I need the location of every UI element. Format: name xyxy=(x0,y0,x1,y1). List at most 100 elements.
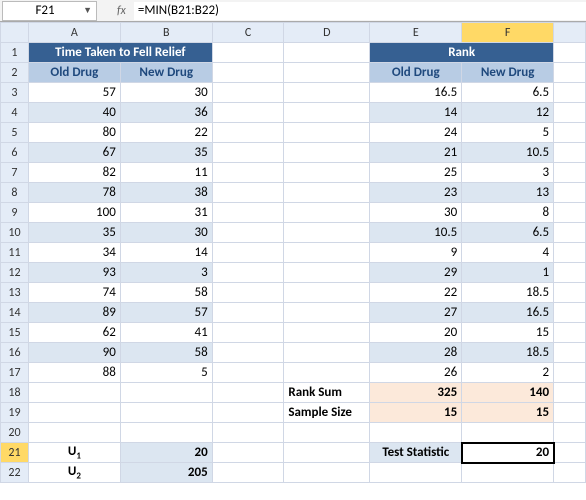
cell[interactable] xyxy=(212,43,284,63)
row-header-13[interactable]: 13 xyxy=(1,283,29,303)
cell[interactable]: 57 xyxy=(120,303,212,323)
rank-sum-f[interactable]: 140 xyxy=(462,383,554,403)
col-header-G[interactable] xyxy=(554,23,586,43)
cell[interactable] xyxy=(284,183,370,203)
cell[interactable]: 6.5 xyxy=(462,223,554,243)
u1-label[interactable]: U1 xyxy=(28,443,120,463)
cell[interactable]: 6.5 xyxy=(462,83,554,103)
cell[interactable] xyxy=(554,163,586,183)
formula-input[interactable]: =MIN(B21:B22) xyxy=(134,2,586,20)
cell[interactable]: 3 xyxy=(462,163,554,183)
col-header-E[interactable]: E xyxy=(370,23,462,43)
row-header-8[interactable]: 8 xyxy=(1,183,29,203)
cell[interactable]: 58 xyxy=(120,343,212,363)
cell[interactable] xyxy=(212,423,284,443)
cell[interactable]: 40 xyxy=(28,103,120,123)
new-drug-hdr[interactable]: New Drug xyxy=(120,63,212,83)
cell[interactable]: 22 xyxy=(120,123,212,143)
cell[interactable] xyxy=(554,243,586,263)
cell[interactable] xyxy=(284,303,370,323)
cell[interactable] xyxy=(212,383,284,403)
cell[interactable]: 5 xyxy=(462,123,554,143)
cell[interactable]: 27 xyxy=(370,303,462,323)
cell[interactable] xyxy=(28,423,120,443)
cell[interactable]: 34 xyxy=(28,243,120,263)
cell[interactable]: 100 xyxy=(28,203,120,223)
cell[interactable]: 8 xyxy=(462,203,554,223)
cell[interactable]: 82 xyxy=(28,163,120,183)
test-stat-val[interactable]: 20 xyxy=(462,443,554,463)
chevron-down-icon[interactable]: ▼ xyxy=(83,5,92,16)
cell[interactable] xyxy=(554,223,586,243)
cell[interactable]: 22 xyxy=(370,283,462,303)
test-stat-label[interactable]: Test Statistic xyxy=(370,443,462,463)
row-header-3[interactable]: 3 xyxy=(1,83,29,103)
cell[interactable] xyxy=(554,103,586,123)
col-header-A[interactable]: A xyxy=(28,23,120,43)
cell[interactable]: 41 xyxy=(120,323,212,343)
cell[interactable] xyxy=(212,203,284,223)
cell[interactable]: 14 xyxy=(120,243,212,263)
cell[interactable] xyxy=(554,263,586,283)
row-header-17[interactable]: 17 xyxy=(1,363,29,383)
cell[interactable] xyxy=(120,423,212,443)
cell[interactable] xyxy=(284,143,370,163)
row-header-2[interactable]: 2 xyxy=(1,63,29,83)
cell[interactable]: 89 xyxy=(28,303,120,323)
cell[interactable] xyxy=(212,223,284,243)
cell[interactable]: 58 xyxy=(120,283,212,303)
cell[interactable]: 4 xyxy=(462,243,554,263)
row-header-22[interactable]: 22 xyxy=(1,463,29,483)
cell[interactable]: 57 xyxy=(28,83,120,103)
cell[interactable]: 62 xyxy=(28,323,120,343)
cell[interactable]: 21 xyxy=(370,143,462,163)
cell[interactable] xyxy=(284,283,370,303)
cell[interactable] xyxy=(284,423,370,443)
cell[interactable] xyxy=(554,463,586,483)
cell[interactable] xyxy=(212,183,284,203)
u2-label[interactable]: U2 xyxy=(28,463,120,483)
cell[interactable] xyxy=(284,63,370,83)
cell[interactable] xyxy=(554,383,586,403)
old-drug-hdr[interactable]: Old Drug xyxy=(28,63,120,83)
cell[interactable]: 38 xyxy=(120,183,212,203)
cell[interactable] xyxy=(284,443,370,463)
cell[interactable] xyxy=(284,323,370,343)
old-drug-hdr2[interactable]: Old Drug xyxy=(370,63,462,83)
cell[interactable]: 29 xyxy=(370,263,462,283)
cell[interactable]: 15 xyxy=(462,323,554,343)
row-header-14[interactable]: 14 xyxy=(1,303,29,323)
cell[interactable] xyxy=(28,383,120,403)
cell[interactable]: 2 xyxy=(462,363,554,383)
cell[interactable]: 23 xyxy=(370,183,462,203)
cell[interactable]: 35 xyxy=(28,223,120,243)
cell[interactable]: 16.5 xyxy=(370,83,462,103)
cell[interactable]: 25 xyxy=(370,163,462,183)
cell[interactable]: 10.5 xyxy=(370,223,462,243)
row-header-20[interactable]: 20 xyxy=(1,423,29,443)
cell[interactable] xyxy=(212,123,284,143)
spreadsheet-grid[interactable]: A B C D E F 1 Time Taken to Fell Relief … xyxy=(0,22,586,483)
row-header-4[interactable]: 4 xyxy=(1,103,29,123)
row-header-19[interactable]: 19 xyxy=(1,403,29,423)
cell[interactable] xyxy=(28,403,120,423)
cell[interactable]: 10.5 xyxy=(462,143,554,163)
cell[interactable] xyxy=(212,103,284,123)
cell[interactable] xyxy=(212,143,284,163)
cell[interactable]: 18.5 xyxy=(462,343,554,363)
cell[interactable]: 74 xyxy=(28,283,120,303)
cell[interactable] xyxy=(554,283,586,303)
cell[interactable]: 78 xyxy=(28,183,120,203)
rank-title[interactable]: Rank xyxy=(370,43,554,63)
col-header-F[interactable]: F xyxy=(462,23,554,43)
cell[interactable]: 30 xyxy=(120,223,212,243)
col-header-C[interactable]: C xyxy=(212,23,284,43)
cell[interactable]: 1 xyxy=(462,263,554,283)
time-title[interactable]: Time Taken to Fell Relief xyxy=(28,43,212,63)
cell[interactable]: 12 xyxy=(462,103,554,123)
cell[interactable] xyxy=(212,163,284,183)
cell[interactable] xyxy=(284,363,370,383)
row-header-6[interactable]: 6 xyxy=(1,143,29,163)
cell[interactable]: 24 xyxy=(370,123,462,143)
cell[interactable]: 80 xyxy=(28,123,120,143)
